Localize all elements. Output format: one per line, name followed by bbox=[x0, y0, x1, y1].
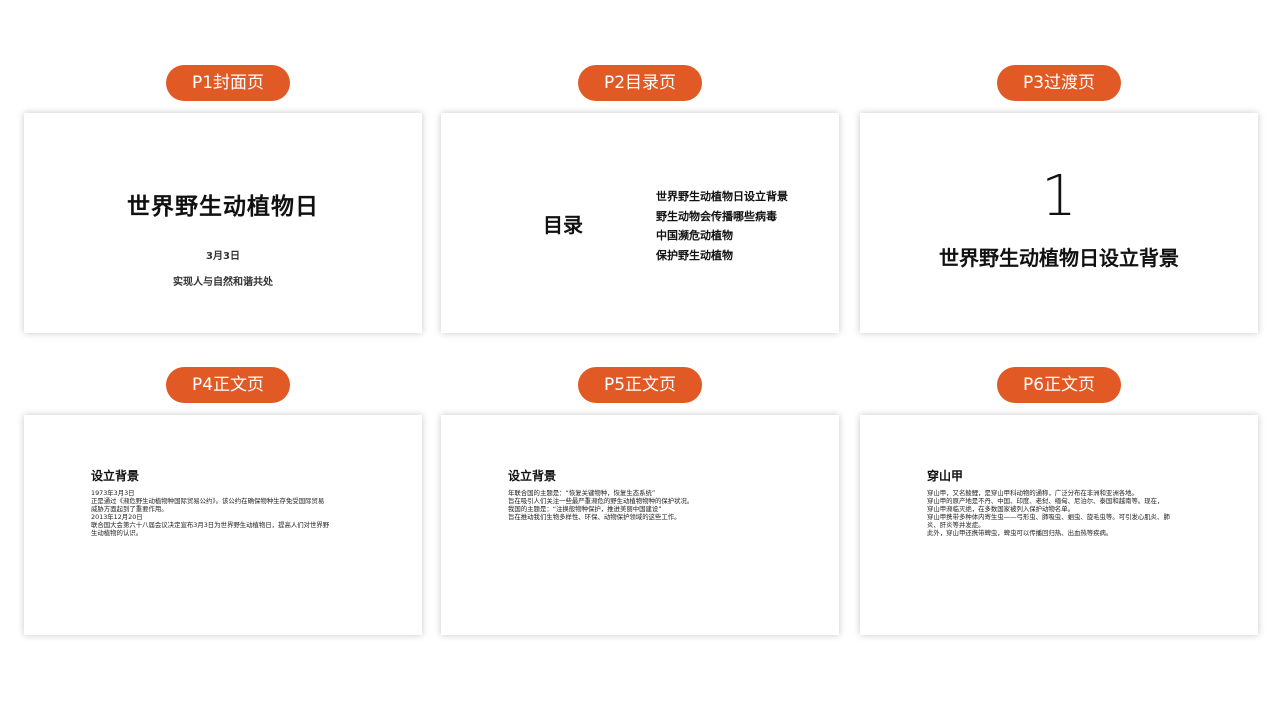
cover-title: 世界野生动植物日 bbox=[127, 194, 319, 220]
section-number: 1 bbox=[1041, 164, 1077, 229]
section-title: 世界野生动植物日设立背景 bbox=[939, 246, 1179, 270]
slide-thumbnail-toc[interactable]: 目录 世界野生动植物日设立背景 野生动物会传播哪些病毒 中国濒危动植物 保护野生… bbox=[441, 113, 839, 333]
toc-item: 保护野生动植物 bbox=[656, 248, 733, 262]
slide-thumbnail-body-p5[interactable]: 设立背景 年联合国的主题是：“恢复关键物种，恢复生态系统” 旨在吸引人们关注一些… bbox=[441, 415, 839, 635]
slide-label-p1: P1封面页 bbox=[166, 65, 290, 101]
body-title: 设立背景 bbox=[508, 469, 557, 483]
toc-list: 世界野生动植物日设立背景 野生动物会传播哪些病毒 中国濒危动植物 保护野生动植物 bbox=[656, 187, 788, 265]
slide-label-p6: P6正文页 bbox=[997, 367, 1121, 403]
cover-subtitle: 实现人与自然和谐共处 bbox=[173, 277, 273, 288]
body-text: 穿山甲，又名鲮鲤，是穿山甲科动物的通称，广泛分布在非洲和亚洲各地。 穿山甲的原产… bbox=[927, 489, 1202, 537]
slide-label-p5: P5正文页 bbox=[578, 367, 702, 403]
slide-thumbnail-transition[interactable]: 1 世界野生动植物日设立背景 bbox=[860, 113, 1258, 333]
slide-label-p2: P2目录页 bbox=[578, 65, 702, 101]
slide-label-p4: P4正文页 bbox=[166, 367, 290, 403]
slide-template-overview: P1封面页 世界野生动植物日 3月3日 实现人与自然和谐共处 P2目录页 目录 … bbox=[0, 0, 1280, 711]
slide-thumbnail-cover[interactable]: 世界野生动植物日 3月3日 实现人与自然和谐共处 bbox=[24, 113, 422, 333]
toc-item: 中国濒危动植物 bbox=[656, 229, 733, 242]
body-line: 此外，穿山甲还携带蜱虫，蜱虫可以传播回归热、出血热等疾病。 bbox=[927, 528, 1113, 537]
body-title: 设立背景 bbox=[91, 469, 140, 483]
slide-thumbnail-body-p4[interactable]: 设立背景 1973年3月3日 正是通过《濒危野生动植物种国际贸易公约》。该公约在… bbox=[24, 415, 422, 635]
cover-date: 3月3日 bbox=[206, 251, 240, 262]
slide-thumbnail-body-p6[interactable]: 穿山甲 穿山甲，又名鲮鲤，是穿山甲科动物的通称，广泛分布在非洲和亚洲各地。 穿山… bbox=[860, 415, 1258, 635]
slide-label-p3: P3过渡页 bbox=[997, 65, 1121, 101]
body-line: 生动植物的认识。 bbox=[91, 528, 143, 537]
body-text: 1973年3月3日 正是通过《濒危野生动植物种国际贸易公约》。该公约在确保物种生… bbox=[91, 489, 361, 537]
toc-title: 目录 bbox=[543, 213, 583, 237]
body-title: 穿山甲 bbox=[927, 469, 964, 483]
body-line: 旨在推动我们生物多样性、环保、动物保护领域的这些工作。 bbox=[508, 512, 681, 521]
toc-item: 野生动物会传播哪些病毒 bbox=[656, 209, 777, 223]
body-text: 年联合国的主题是：“恢复关键物种，恢复生态系统” 旨在吸引人们关注一些最严重濒危… bbox=[508, 489, 778, 522]
toc-item: 世界野生动植物日设立背景 bbox=[656, 190, 788, 203]
